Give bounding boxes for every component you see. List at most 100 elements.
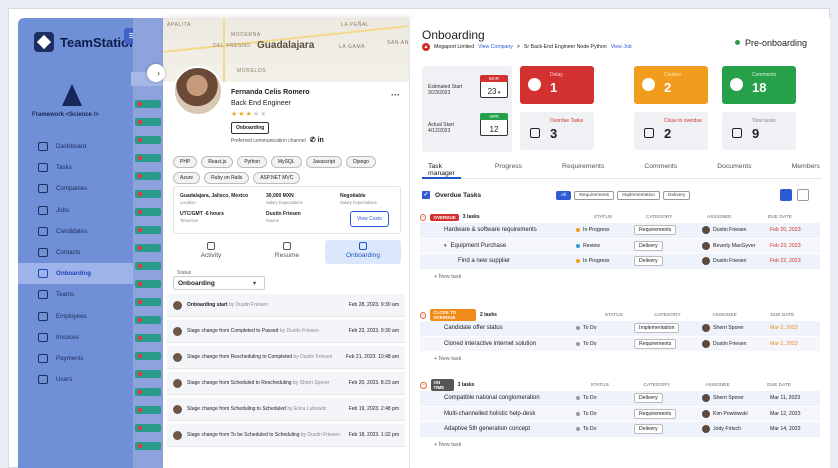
column-header: CATEGORY (643, 382, 670, 388)
sidebar-item-invoices[interactable]: Invoices (18, 327, 133, 348)
filter-requirements[interactable]: Requirements (574, 191, 615, 200)
brand[interactable]: TeamStation (34, 32, 137, 52)
task-assignee: Kim Powlowski (702, 409, 770, 418)
sidebar-item-dashboard[interactable]: Dashboard (18, 136, 133, 157)
table-row[interactable]: Compatible national conglomeration To Do D… (420, 391, 820, 407)
status-dot-icon (576, 259, 580, 264)
star-icon: ★ (260, 111, 268, 118)
profile-tab-resume[interactable]: Resume (249, 240, 325, 264)
sidebar-item-payments[interactable]: Payments (18, 348, 133, 369)
users-icon (38, 375, 48, 385)
caution-card[interactable]: Caution 2 (634, 66, 708, 104)
task-name[interactable]: Multi-channelled holistic help-desk (420, 411, 576, 417)
expand-icon[interactable]: ▾ (444, 243, 447, 249)
tab-requirements[interactable]: Requirements (556, 163, 610, 178)
overdue-tasks-toggle[interactable]: ✓ Overdue Tasks (422, 191, 481, 199)
activity-action: Stage change from Scheduled to Reschedul… (187, 380, 292, 386)
more-options-icon[interactable]: ··· (391, 90, 400, 100)
collapse-toggle-icon[interactable]: − (420, 381, 427, 389)
table-row[interactable]: Multi-channelled holistic help-desk To Do… (420, 406, 820, 422)
map-label: MORELOS (237, 68, 267, 74)
location-field: Guadalajara, Jalisco, Mexico Location (180, 193, 249, 205)
delay-card[interactable]: Delay 1 (520, 66, 594, 104)
sidebar-item-employees[interactable]: Employees (18, 306, 133, 327)
sidebar-item-companies[interactable]: Companies (18, 178, 133, 199)
task-status: To Do (576, 341, 634, 347)
task-name[interactable]: Adaptive 5th generation concept (420, 426, 576, 432)
comments-card[interactable]: Comments 18 (722, 66, 796, 104)
new-task-button[interactable]: + New task (420, 438, 820, 452)
filter-implementation[interactable]: Implementation (617, 191, 661, 200)
whatsapp-linkedin-icon[interactable]: ✆ in (310, 137, 324, 144)
task-name[interactable]: Cloned interactive internet solution (420, 341, 576, 347)
avatar (702, 226, 710, 235)
new-task-button[interactable]: + New task (420, 352, 820, 366)
task-assignee: Sherri Sporer (702, 324, 770, 333)
list-view-icon[interactable] (780, 189, 792, 201)
skill-chip: MySQL (270, 156, 302, 168)
view-costs-button[interactable]: View Costs (350, 211, 389, 227)
new-task-button[interactable]: + New task (420, 270, 820, 284)
onboarding-main: Onboarding ▲ Megaport Limited View Compa… (410, 18, 830, 468)
avatar (173, 300, 182, 310)
status-select[interactable]: Onboarding (173, 276, 265, 290)
task-name[interactable]: Hardware & software requirements (420, 227, 576, 233)
skill-chip: Python (237, 156, 267, 168)
breadcrumb: ▲ Megaport Limited View Company > Sr Bac… (422, 43, 632, 51)
task-category: Delivery (634, 240, 702, 251)
negotiable-field: Negotiable Salary Expectations (340, 193, 377, 205)
strip-row (135, 280, 161, 288)
avatar (702, 257, 710, 266)
tab-comments[interactable]: Comments (638, 163, 683, 178)
table-row[interactable]: Cloned interactive internet solution To D… (420, 336, 820, 352)
actual-start-calendar-icon[interactable]: APR 12 (480, 113, 508, 136)
sidebar-item-label: Candidates (56, 227, 88, 235)
view-company-link[interactable]: View Company (478, 44, 513, 50)
sidebar-item-onboarding[interactable]: Onboarding (18, 263, 133, 285)
overdue-tasks-card[interactable]: Overdue Tasks 3 (520, 112, 594, 150)
table-row[interactable]: ▾ Equipment Purchase Review Delivery Beverly… (420, 238, 820, 254)
sidebar-item-candidates[interactable]: Candidates (18, 221, 133, 242)
sidebar-item-jobs[interactable]: Jobs (18, 200, 133, 221)
map-label: APALITA (167, 22, 192, 28)
collapse-toggle-icon[interactable]: − (420, 213, 427, 221)
avatar (702, 425, 710, 434)
dashboard-icon (38, 142, 48, 152)
task-name[interactable]: Candidate offer status (420, 325, 576, 331)
sidebar-item-users[interactable]: Users (18, 369, 133, 390)
task-name[interactable]: Find a new supplier (420, 258, 576, 264)
total-tasks-card[interactable]: Total tasks 9 (722, 112, 796, 150)
avatar (173, 378, 182, 388)
task-name[interactable]: Compatible national conglomeration (420, 395, 576, 401)
profile-tab-activity[interactable]: Activity (173, 240, 249, 264)
close-to-overdue-card[interactable]: Close to overdue 2 (634, 112, 708, 150)
collapse-toggle-icon[interactable]: − (420, 311, 427, 319)
table-row[interactable]: Candidate offer status To Do Implementatio… (420, 321, 820, 337)
checkbox-icon[interactable]: ✓ (422, 191, 430, 199)
activity-text: Stage change from Completed to Passed by… (187, 328, 349, 334)
table-row[interactable]: Find a new supplier In Progress Delivery Du… (420, 254, 820, 270)
profile-tab-onboarding[interactable]: Onboarding (325, 240, 401, 264)
filter-delivery[interactable]: Delivery (663, 191, 691, 200)
sidebar-item-teams[interactable]: Teams (18, 284, 133, 305)
sidebar-item-label: Jobs (56, 206, 70, 214)
tab-members[interactable]: Members (786, 163, 826, 178)
sidebar-item-label: Onboarding (56, 270, 92, 278)
stat-value: 3 (550, 126, 558, 141)
task-name[interactable]: ▾ Equipment Purchase (420, 243, 576, 249)
table-row[interactable]: Hardware & software requirements In Progr… (420, 223, 820, 239)
tab-progress[interactable]: Progress (489, 163, 528, 178)
sidebar-item-contacts[interactable]: Contacts (18, 242, 133, 263)
tab-documents[interactable]: Documents (711, 163, 757, 178)
filter-all[interactable]: All (556, 191, 572, 200)
candidate-role: Back End Engineer (231, 100, 291, 107)
view-job-link[interactable]: View Job (611, 44, 632, 50)
tab-task-manager[interactable]: Task manager (422, 163, 461, 179)
table-row[interactable]: Adaptive 5th generation concept To Do Deli… (420, 422, 820, 438)
activity-item: Stage change from Completed to Passed by… (167, 320, 405, 343)
estimated-start-calendar-icon[interactable]: MAR 23 ▾ (480, 75, 508, 98)
map-label: DEL FRESNO (213, 43, 251, 49)
stage-badge: Onboarding (231, 122, 270, 134)
board-view-icon[interactable] (797, 189, 809, 201)
sidebar-item-tasks[interactable]: Tasks (18, 157, 133, 178)
